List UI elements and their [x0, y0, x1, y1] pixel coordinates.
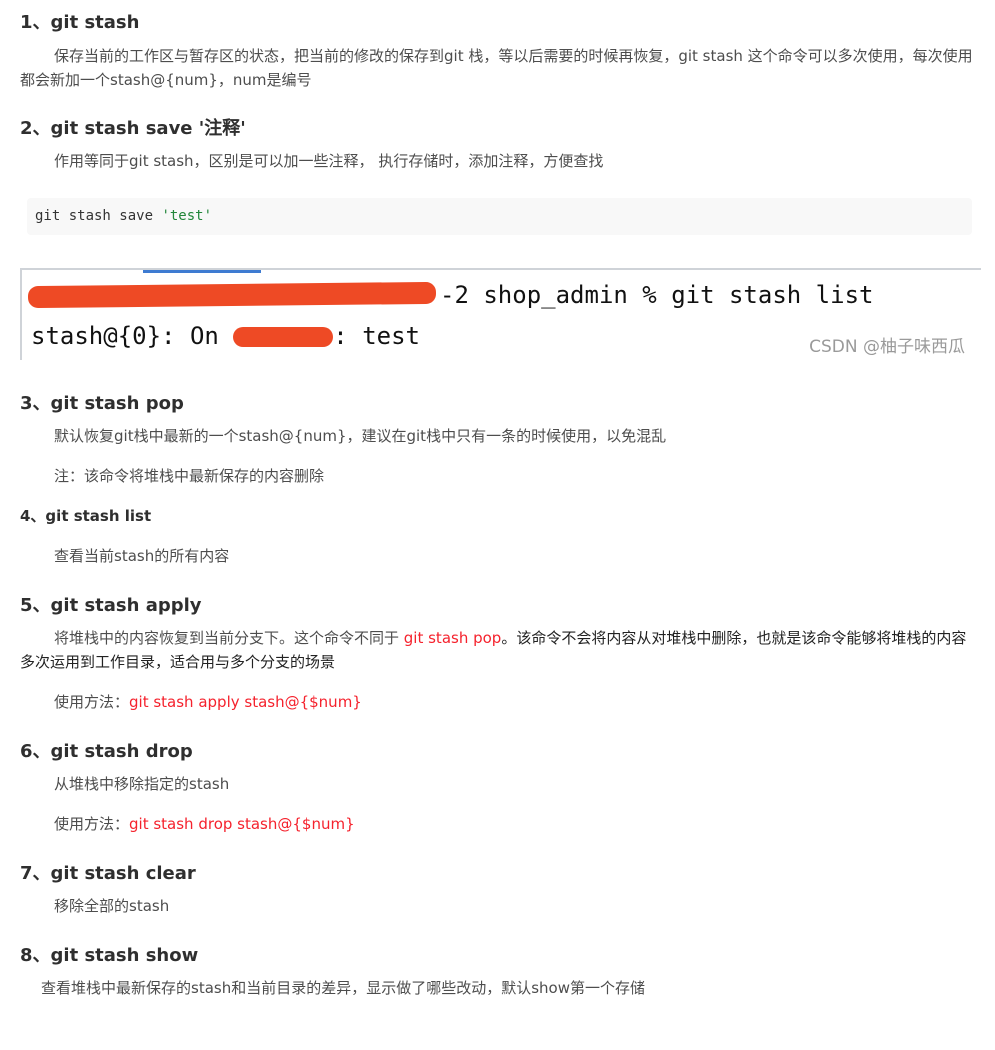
heading-git-stash-pop: 3、git stash pop: [20, 393, 184, 414]
heading-git-stash-show: 8、git stash show: [20, 945, 199, 966]
heading-git-stash-clear: 7、git stash clear: [20, 863, 196, 884]
usage-label: 使用方法：: [54, 693, 130, 711]
usage-command: git stash drop stash@{$num}: [129, 815, 355, 833]
apply-text-red: git stash pop: [403, 629, 502, 647]
heading-git-stash: 1、git stash: [20, 12, 140, 33]
heading-git-stash-save: 2、git stash save '注释': [20, 118, 246, 139]
paragraph-git-stash-save: 作用等同于git stash，区别是可以加一些注释， 执行存储时，添加注释，方便…: [54, 152, 604, 170]
terminal-screenshot: -2 shop_admin % git stash list stash@{0}…: [20, 268, 981, 360]
terminal-line-prompt: -2 shop_admin % git stash list: [440, 281, 874, 309]
terminal-active-tab: [143, 270, 261, 273]
heading-git-stash-apply: 5、git stash apply: [20, 595, 202, 616]
terminal-output-end: : test: [333, 322, 420, 350]
usage-command: git stash apply stash@{$num}: [129, 693, 362, 711]
watermark: CSDN @柚子味西瓜: [809, 337, 965, 357]
paragraph-git-stash-apply: 将堆栈中的内容恢复到当前分支下。这个命令不同于 git stash pop。该命…: [20, 626, 978, 674]
paragraph-git-stash-show: 查看堆栈中最新保存的stash和当前目录的差异，显示做了哪些改动，默认show第…: [41, 979, 645, 997]
apply-text-a: 将堆栈中的内容恢复到当前分支下。这个命令不同于: [54, 629, 404, 647]
paragraph-git-stash-pop: 默认恢复git栈中最新的一个stash@{num}，建议在git栈中只有一条的时…: [54, 427, 667, 445]
heading-git-stash-drop: 6、git stash drop: [20, 741, 193, 762]
paragraph-git-stash: 保存当前的工作区与暂存区的状态，把当前的修改的保存到git 栈，等以后需要的时候…: [20, 47, 973, 89]
code-command: git stash save: [35, 208, 162, 224]
code-block: git stash save 'test': [27, 198, 972, 235]
paragraph-git-stash-clear: 移除全部的stash: [54, 897, 170, 915]
code-string: 'test': [161, 208, 213, 224]
usage-git-stash-drop: 使用方法：git stash drop stash@{$num}: [54, 812, 355, 836]
paragraph-git-stash-list: 查看当前stash的所有内容: [54, 547, 230, 565]
terminal-output-start: stash@{0}: On: [31, 322, 234, 350]
paragraph-git-stash-drop: 从堆栈中移除指定的stash: [54, 775, 230, 793]
usage-label: 使用方法：: [54, 815, 130, 833]
note-git-stash-pop: 注：该命令将堆栈中最新保存的内容删除: [54, 467, 325, 485]
redaction-scribble-inline: [233, 327, 334, 347]
usage-git-stash-apply: 使用方法：git stash apply stash@{$num}: [54, 690, 362, 714]
redaction-scribble: [27, 281, 437, 309]
terminal-line-output: stash@{0}: On : test: [31, 320, 420, 352]
heading-git-stash-list: 4、git stash list: [20, 507, 152, 525]
